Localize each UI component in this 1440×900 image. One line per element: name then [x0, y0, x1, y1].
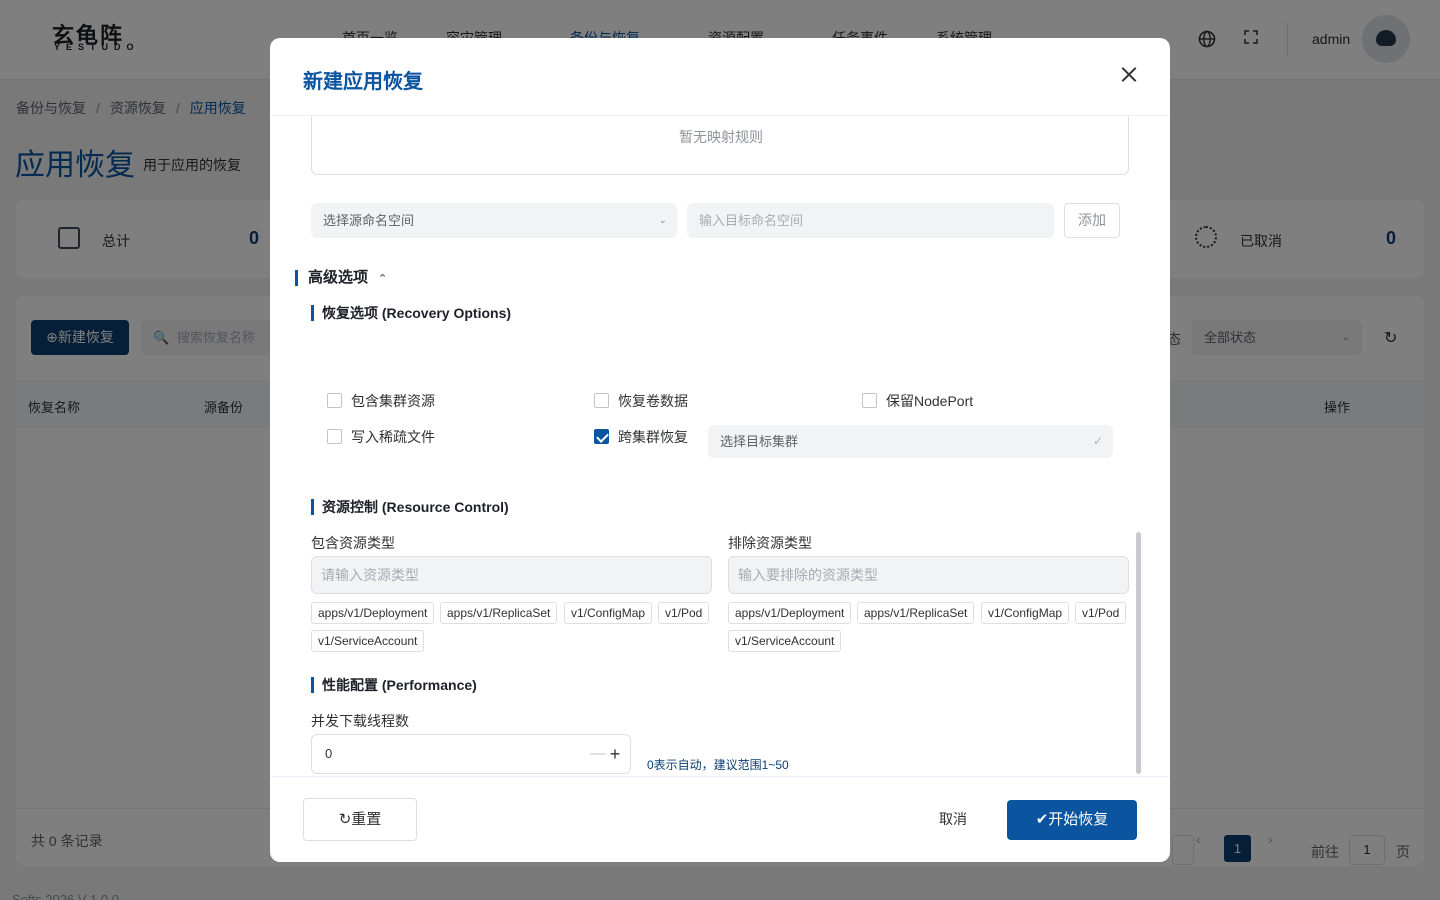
checkbox-cross-cluster-restore[interactable]: 跨集群恢复 — [594, 429, 688, 445]
target-namespace-input[interactable]: 输入目标命名空间 — [687, 203, 1054, 238]
minus-icon[interactable]: — — [590, 735, 606, 773]
checkbox-box — [327, 429, 342, 444]
exclude-tag[interactable]: apps/v1/ReplicaSet — [857, 602, 975, 624]
target-cluster-placeholder: 选择目标集群 — [720, 434, 799, 449]
dialog-body: 暂无映射规则 选择源命名空间 ⌄ 输入目标命名空间 添加 高级选项 ⌃ 恢复选项 (… — [270, 116, 1170, 776]
check-icon: ✓ — [1092, 434, 1103, 448]
checkbox-preserve-nodeport[interactable]: 保留NodePort — [862, 393, 973, 409]
threads-label: 并发下载线程数 — [311, 713, 409, 729]
recovery-options-title: 恢复选项 (Recovery Options) — [311, 305, 511, 321]
threads-value: 0 — [325, 746, 333, 761]
close-icon[interactable] — [1118, 64, 1140, 86]
reset-button[interactable]: ↻重置 — [303, 798, 417, 841]
check-circle-icon: ✔︎ — [1035, 811, 1049, 828]
target-namespace-placeholder: 输入目标命名空间 — [699, 213, 804, 228]
plus-icon[interactable]: + — [607, 735, 623, 773]
checkbox-label: 恢复卷数据 — [618, 393, 688, 409]
dialog-title: 新建应用恢复 — [303, 71, 423, 93]
exclude-tag[interactable]: apps/v1/Deployment — [728, 602, 852, 624]
performance-title: 性能配置 (Performance) — [311, 677, 477, 693]
refresh-icon: ↻ — [338, 811, 352, 828]
exclude-types-input[interactable]: 输入要排除的资源类型 — [728, 556, 1129, 594]
chevron-up-icon: ⌃ — [378, 273, 388, 285]
source-namespace-placeholder: 选择源命名空间 — [323, 213, 415, 228]
include-tag[interactable]: apps/v1/Deployment — [311, 602, 435, 624]
include-types-placeholder: 请输入资源类型 — [321, 567, 419, 583]
source-namespace-select[interactable]: 选择源命名空间 ⌄ — [311, 203, 677, 238]
checkbox-label: 跨集群恢复 — [618, 429, 688, 445]
threads-hint: 0表示自动，建议范围1~50 — [647, 758, 789, 772]
checkbox-write-sparse-files[interactable]: 写入稀疏文件 — [327, 429, 435, 445]
empty-rules-text: 暂无映射规则 — [679, 129, 763, 145]
checkbox-restore-volume-data[interactable]: 恢复卷数据 — [594, 393, 688, 409]
exclude-types-label: 排除资源类型 — [728, 535, 812, 551]
include-tag[interactable]: v1/ConfigMap — [564, 602, 653, 624]
checkbox-label: 写入稀疏文件 — [351, 429, 435, 445]
checkbox-label: 保留NodePort — [886, 393, 974, 409]
resource-control-title: 资源控制 (Resource Control) — [311, 499, 509, 515]
dialog-header: 新建应用恢复 — [270, 38, 1170, 116]
checkbox-box-checked — [594, 429, 609, 444]
target-cluster-select[interactable]: 选择目标集群 ✓ — [708, 425, 1113, 458]
advanced-options-toggle[interactable]: 高级选项 ⌃ — [295, 270, 387, 286]
include-types-input[interactable]: 请输入资源类型 — [311, 556, 712, 594]
include-tag[interactable]: apps/v1/ReplicaSet — [440, 602, 558, 624]
checkbox-box — [327, 393, 342, 408]
mapping-rules-empty: 暂无映射规则 — [311, 116, 1129, 175]
cancel-button[interactable]: 取消 — [923, 799, 983, 839]
chevron-down-icon: ⌄ — [658, 215, 667, 226]
exclude-types-placeholder: 输入要排除的资源类型 — [738, 567, 878, 583]
threads-stepper[interactable]: 0 — + — [311, 734, 631, 774]
new-restore-dialog: 新建应用恢复 暂无映射规则 选择源命名空间 ⌄ 输入目标命名空间 添加 高级选项 ⌃… — [270, 38, 1170, 862]
exclude-tag[interactable]: v1/ServiceAccount — [728, 630, 842, 652]
include-types-label: 包含资源类型 — [311, 535, 395, 551]
checkbox-box — [862, 393, 877, 408]
dialog-footer: ↻重置 取消 ✔︎开始恢复 — [270, 776, 1170, 862]
dialog-scrollbar[interactable] — [1136, 532, 1141, 774]
exclude-tag[interactable]: v1/Pod — [1075, 602, 1127, 624]
add-mapping-button[interactable]: 添加 — [1064, 203, 1120, 238]
start-restore-button[interactable]: ✔︎开始恢复 — [1007, 800, 1137, 840]
checkbox-label: 包含集群资源 — [351, 393, 435, 409]
exclude-tag[interactable]: v1/ConfigMap — [981, 602, 1070, 624]
advanced-options-label: 高级选项 — [308, 269, 369, 286]
include-tag[interactable]: v1/ServiceAccount — [311, 630, 425, 652]
include-tag[interactable]: v1/Pod — [658, 602, 710, 624]
reset-label: 重置 — [351, 811, 382, 828]
checkbox-include-cluster-resources[interactable]: 包含集群资源 — [327, 393, 435, 409]
checkbox-box — [594, 393, 609, 408]
start-restore-label: 开始恢复 — [1048, 811, 1109, 828]
